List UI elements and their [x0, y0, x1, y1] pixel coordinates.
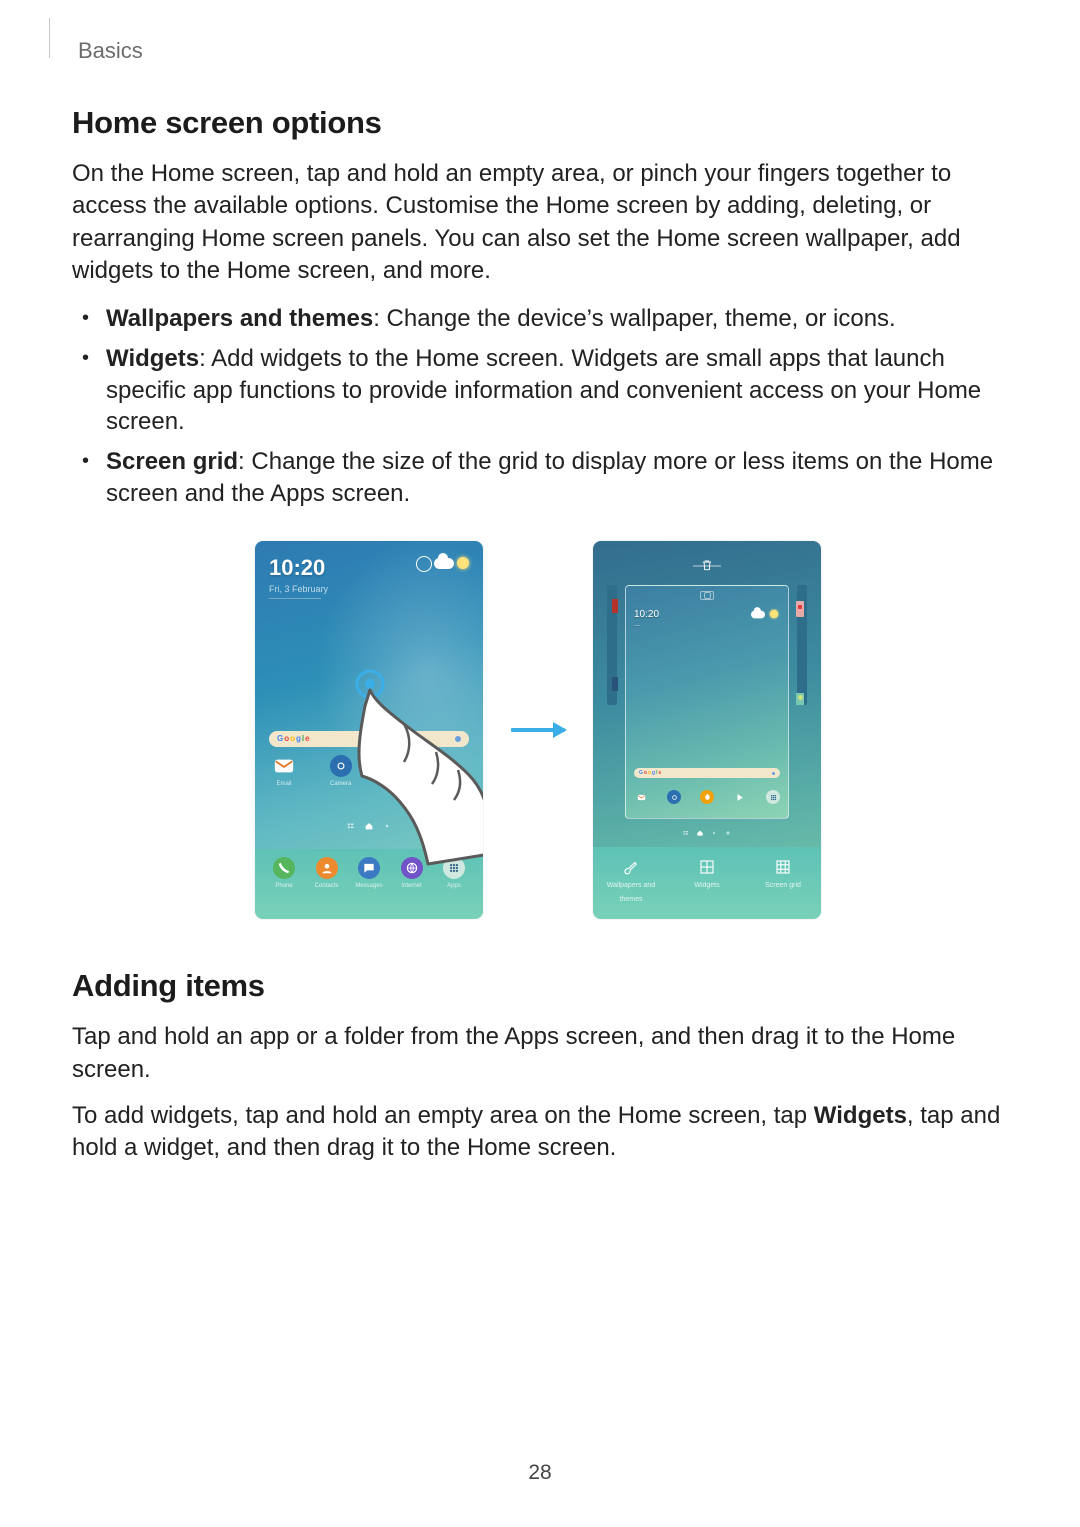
option-wallpapers: Wallpapers and themes	[601, 857, 661, 904]
dot-icon	[710, 829, 718, 837]
bullet-desc: : Add widgets to the Home screen. Widget…	[106, 345, 981, 435]
bullet-term: Widgets	[106, 345, 199, 372]
bullet-list: Wallpapers and themes: Change the device…	[72, 303, 1004, 517]
mic-icon	[772, 772, 775, 775]
panel-preview-main: 10:20 — G o o g l e	[625, 585, 789, 819]
tap-hand-illustration	[340, 666, 483, 866]
header-rule	[33, 18, 50, 58]
section-label: Basics	[78, 36, 143, 66]
dock-contacts: Contacts	[312, 857, 342, 919]
apps-icon	[766, 790, 780, 804]
bullet-screen-grid: Screen grid: Change the size of the grid…	[72, 446, 1004, 517]
dock-apps: Apps	[439, 857, 469, 919]
panel-preview-right	[797, 585, 807, 819]
app-label: Apps	[447, 882, 461, 890]
app-label: Contacts	[315, 882, 339, 890]
option-label-line2: themes	[620, 895, 643, 904]
mini-time: 10:20	[634, 608, 659, 622]
option-widgets: Widgets	[677, 857, 737, 890]
edit-options-bar: Wallpapers and themes Widgets Screen gri…	[593, 847, 821, 919]
phone-mock-home: 10:20 Fri, 3 February G o o g l e	[255, 541, 483, 919]
cloud-icon	[751, 611, 765, 619]
camera-icon	[667, 790, 681, 804]
google-logo: G o o g l e	[639, 770, 661, 777]
bullet-term: Screen grid	[106, 448, 238, 475]
remove-label	[693, 565, 721, 567]
bullet-desc: : Change the device’s wallpaper, theme, …	[373, 305, 896, 332]
home-indicator-icon	[700, 591, 714, 600]
weather-widget	[438, 557, 469, 569]
mini-app-row	[634, 790, 780, 804]
app-label: Internet	[401, 882, 421, 890]
clock-time: 10:20	[269, 553, 328, 583]
email-icon	[634, 790, 648, 804]
home-icon	[696, 829, 704, 837]
edit-page-indicator	[593, 829, 821, 837]
bullet-term: Wallpapers and themes	[106, 305, 373, 332]
mini-date-line: —	[634, 622, 659, 630]
option-label-line1: Wallpapers and	[607, 881, 655, 890]
bullet-wallpapers: Wallpapers and themes: Change the device…	[72, 303, 1004, 343]
p2-bold-widgets: Widgets	[814, 1102, 907, 1129]
dock-internet: Internet	[397, 857, 427, 919]
figure-row: 10:20 Fri, 3 February G o o g l e	[72, 541, 1004, 919]
option-label-line1: Screen grid	[765, 881, 801, 890]
p2-part-a: To add widgets, tap and hold an empty ar…	[72, 1102, 814, 1129]
grid-icon	[773, 857, 793, 877]
brush-icon	[621, 857, 641, 877]
dock-sliver-icon	[796, 693, 804, 705]
play-store-icon	[733, 790, 747, 804]
panel-icon	[682, 829, 690, 837]
sun-icon	[770, 610, 778, 618]
bullet-desc: : Change the size of the grid to display…	[106, 448, 993, 507]
adding-items-p2: To add widgets, tap and hold an empty ar…	[72, 1100, 1004, 1165]
bullet-widgets: Widgets: Add widgets to the Home screen.…	[72, 343, 1004, 446]
trash-icon	[700, 549, 714, 563]
red-block-icon	[612, 599, 618, 613]
panel-sliver	[797, 585, 807, 705]
intro-paragraph: On the Home screen, tap and hold an empt…	[72, 158, 1004, 288]
adding-items-p1: Tap and hold an app or a folder from the…	[72, 1021, 1004, 1086]
mini-clock: 10:20 —	[634, 608, 659, 630]
app-email: Email	[269, 755, 299, 788]
cloud-icon	[434, 558, 454, 569]
app-label: Email	[276, 780, 291, 788]
phone-icon	[273, 857, 295, 879]
app-label: Messages	[355, 882, 382, 890]
page-content: Home screen options On the Home screen, …	[72, 102, 1004, 1179]
arrow-icon	[511, 728, 565, 732]
contacts-icon	[316, 857, 338, 879]
gallery-icon	[700, 790, 714, 804]
option-label-line1: Widgets	[694, 881, 719, 890]
google-logo: G o o g l e	[277, 734, 310, 745]
panel-sliver	[607, 585, 617, 705]
mini-weather	[752, 608, 780, 620]
dock-phone: Phone	[269, 857, 299, 919]
clock-widget: 10:20 Fri, 3 February	[269, 553, 328, 599]
panel-preview-row: 10:20 — G o o g l e	[607, 585, 807, 819]
divider	[269, 598, 321, 599]
dock-messages: Messages	[354, 857, 384, 919]
blue-block-icon	[612, 677, 618, 691]
app-label: Phone	[275, 882, 292, 890]
page-number: 28	[0, 1459, 1080, 1487]
phone-mock-edit: 10:20 — G o o g l e	[593, 541, 821, 919]
plus-icon	[724, 829, 732, 837]
heading-adding-items: Adding items	[72, 965, 1004, 1007]
heading-home-screen-options: Home screen options	[72, 102, 1004, 144]
widgets-icon	[697, 857, 717, 877]
panel-preview-left	[607, 585, 617, 819]
weather-widget-icon	[796, 601, 804, 617]
mini-search-bar: G o o g l e	[634, 768, 780, 778]
option-screen-grid: Screen grid	[753, 857, 813, 890]
sun-icon	[457, 557, 469, 569]
clock-date: Fri, 3 February	[269, 583, 328, 595]
email-icon	[273, 755, 295, 777]
